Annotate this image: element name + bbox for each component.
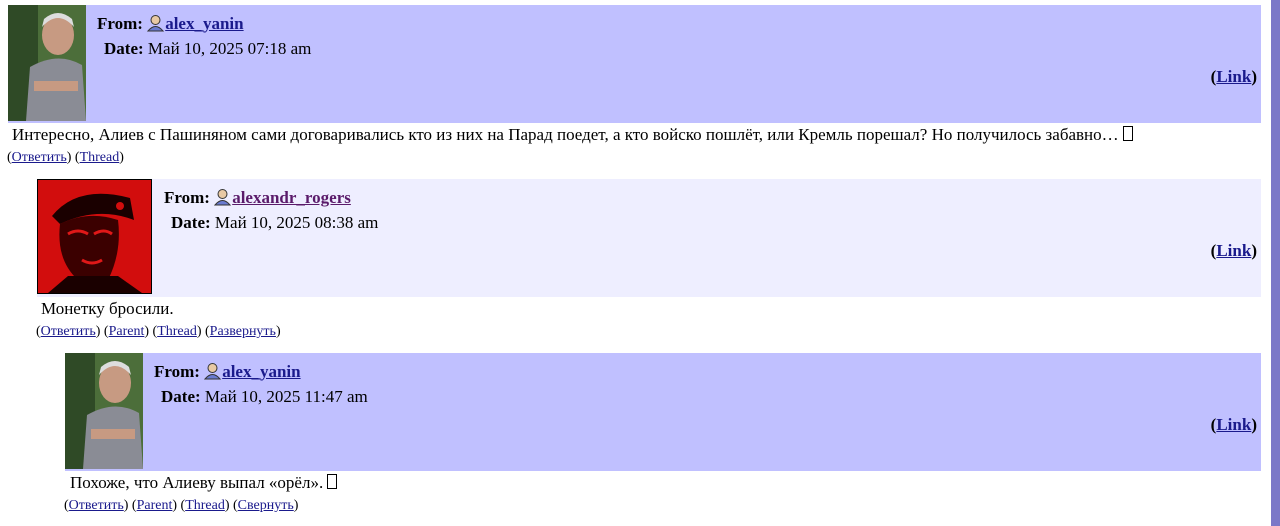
reply-link[interactable]: Ответить xyxy=(41,324,96,339)
username-link[interactable]: alex_yanin xyxy=(222,362,300,381)
date-line: Date: Май 10, 2025 11:47 am xyxy=(161,387,368,407)
from-line: From: alexandr_rogers xyxy=(164,188,351,208)
collapse-link[interactable]: Свернуть xyxy=(238,498,294,513)
date-line: Date: Май 10, 2025 07:18 am xyxy=(104,39,311,59)
username-link[interactable]: alex_yanin xyxy=(165,14,243,33)
from-line: From: alex_yanin xyxy=(154,362,301,382)
scrollbar[interactable] xyxy=(1271,0,1280,526)
permalink: (Link) xyxy=(1210,415,1257,434)
comment-date: Май 10, 2025 07:18 am xyxy=(147,39,312,58)
link-button[interactable]: Link xyxy=(1216,67,1251,86)
comment-date: Май 10, 2025 08:38 am xyxy=(214,213,379,232)
comment-date: Май 10, 2025 11:47 am xyxy=(204,387,368,406)
comment-text: Монетку бросили. xyxy=(41,299,174,318)
expand-link[interactable]: Развернуть xyxy=(210,324,276,339)
permalink: (Link) xyxy=(1210,241,1257,260)
parent-link[interactable]: Parent xyxy=(109,324,145,339)
comment-actions: (Ответить) (Thread) xyxy=(7,150,124,165)
comment-body: Похоже, что Алиеву выпал «орёл». xyxy=(70,473,338,493)
emoji-icon xyxy=(1122,126,1133,141)
link-button[interactable]: Link xyxy=(1216,241,1251,260)
comment-actions: (Ответить) (Parent) (Thread) (Свернуть) xyxy=(64,498,299,513)
user-icon xyxy=(214,188,232,206)
avatar[interactable] xyxy=(65,353,143,469)
user-icon xyxy=(204,362,222,380)
comment-header: From: alexandr_rogers Date: Май 10, 2025… xyxy=(37,179,1261,297)
from-label: From: xyxy=(164,188,210,207)
thread-link[interactable]: Thread xyxy=(157,324,197,339)
comment-header: From: alex_yanin Date: Май 10, 2025 11:4… xyxy=(65,353,1261,471)
comment-header: From: alex_yanin Date: Май 10, 2025 07:1… xyxy=(8,5,1261,123)
comment-body: Интересно, Алиев с Пашиняном сами догова… xyxy=(12,125,1133,145)
comment-body: Монетку бросили. xyxy=(41,299,174,319)
comment-text: Похоже, что Алиеву выпал «орёл». xyxy=(70,473,324,492)
link-button[interactable]: Link xyxy=(1216,415,1251,434)
permalink: (Link) xyxy=(1210,67,1257,86)
comment-text: Интересно, Алиев с Пашиняном сами догова… xyxy=(12,125,1119,144)
comment-actions: (Ответить) (Parent) (Thread) (Развернуть… xyxy=(36,324,281,339)
thread-link[interactable]: Thread xyxy=(185,498,225,513)
date-label: Date: xyxy=(161,387,201,406)
from-label: From: xyxy=(97,14,143,33)
user-icon xyxy=(147,14,165,32)
date-line: Date: Май 10, 2025 08:38 am xyxy=(171,213,378,233)
date-label: Date: xyxy=(171,213,211,232)
date-label: Date: xyxy=(104,39,144,58)
parent-link[interactable]: Parent xyxy=(137,498,173,513)
avatar[interactable] xyxy=(8,5,86,121)
reply-link[interactable]: Ответить xyxy=(69,498,124,513)
emoji-icon xyxy=(327,474,338,489)
from-label: From: xyxy=(154,362,200,381)
avatar[interactable] xyxy=(37,179,152,294)
from-line: From: alex_yanin xyxy=(97,14,244,34)
username-link[interactable]: alexandr_rogers xyxy=(232,188,351,207)
thread-link[interactable]: Thread xyxy=(80,150,120,165)
reply-link[interactable]: Ответить xyxy=(12,150,67,165)
